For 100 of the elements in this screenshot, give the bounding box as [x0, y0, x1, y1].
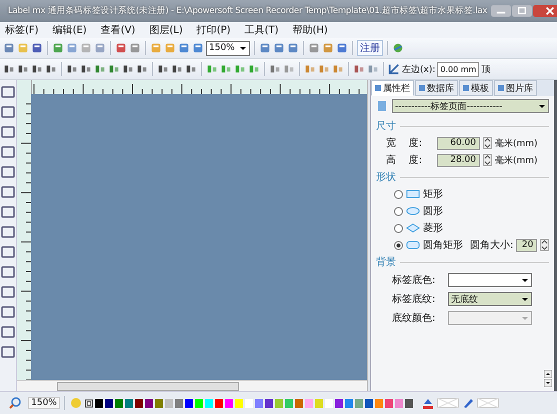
color-swatch[interactable]: [185, 398, 193, 408]
spinner-icon[interactable]: [482, 137, 492, 149]
ruler-corner: [17, 80, 32, 94]
color-swatch[interactable]: [265, 398, 273, 408]
left-label: 左边(x):: [402, 64, 436, 76]
shape-icon: [406, 189, 420, 199]
shape-icon: [406, 223, 420, 233]
color-swatch[interactable]: [215, 398, 223, 408]
menu-item[interactable]: 打印(P): [196, 23, 231, 37]
field-label: 高 度:: [386, 154, 424, 167]
shape-icon: [406, 206, 420, 216]
pen-icon[interactable]: [461, 396, 475, 410]
unit-label: 毫米(mm): [494, 137, 538, 150]
panel-tab[interactable]: 数据库: [414, 80, 458, 96]
field-label: 底纹颜色:: [392, 312, 436, 325]
maximize-icon[interactable]: [512, 4, 532, 18]
minimize-icon[interactable]: [491, 4, 512, 18]
field-label: 标签底纹:: [392, 292, 436, 306]
section-title: 尺寸: [376, 120, 396, 133]
search-icon[interactable]: [8, 396, 22, 410]
color-swatch[interactable]: [115, 398, 123, 408]
color-swatch[interactable]: [305, 398, 313, 408]
menu-item[interactable]: 标签(F): [5, 23, 39, 37]
color-swatch[interactable]: [285, 398, 293, 408]
color-swatch[interactable]: [225, 398, 233, 408]
color-swatch[interactable]: [235, 398, 243, 408]
dropdown-icon: [239, 44, 247, 52]
unit-label: 毫米(mm): [494, 154, 538, 166]
color-swatch[interactable]: [355, 398, 363, 408]
left-field[interactable]: 0.00 mm: [437, 62, 480, 76]
color-swatch[interactable]: [395, 398, 403, 408]
section-title: 背景: [376, 256, 396, 269]
color-swatch[interactable]: [255, 398, 263, 408]
menu-item[interactable]: 图层(L): [149, 23, 183, 37]
register-button[interactable]: 注册: [357, 40, 383, 56]
color-swatch[interactable]: [405, 398, 413, 408]
color-swatch[interactable]: [175, 398, 183, 408]
dropdown-icon: [520, 276, 529, 284]
menu-item[interactable]: 工具(T): [244, 23, 278, 37]
scroll-down-icon[interactable]: [544, 379, 552, 387]
color-swatch[interactable]: [165, 398, 173, 408]
radius-label: 圆角大小:: [470, 238, 514, 252]
color-swatch[interactable]: [335, 398, 343, 408]
close-icon[interactable]: [533, 4, 557, 18]
zoom-field[interactable]: 150%: [28, 397, 60, 409]
panel-tab[interactable]: 属性栏: [370, 80, 414, 96]
color-swatch[interactable]: [135, 398, 143, 408]
combo-box[interactable]: [448, 273, 532, 287]
dropdown-icon: [520, 314, 529, 322]
color-swatch[interactable]: [375, 398, 383, 408]
color-swatch[interactable]: [95, 398, 103, 408]
radio-button[interactable]: [394, 240, 403, 250]
shape-icon: [406, 240, 420, 250]
zoom-select[interactable]: 150%: [206, 40, 250, 56]
radio-label: 菱形: [422, 222, 443, 235]
color-swatch[interactable]: [385, 398, 393, 408]
color-swatch[interactable]: [145, 398, 153, 408]
color-swatch[interactable]: [155, 398, 163, 408]
menu-item[interactable]: 查看(V): [100, 23, 136, 37]
dropdown-icon: [520, 295, 529, 303]
object-select[interactable]: -----------标签页面-----------: [392, 99, 550, 113]
no-color-swatch[interactable]: [85, 398, 93, 408]
radio-button[interactable]: [394, 224, 403, 232]
color-swatch[interactable]: [205, 398, 213, 408]
radius-field[interactable]: 20: [516, 238, 538, 252]
field-label: 标签底色:: [392, 274, 436, 287]
color-swatch[interactable]: [125, 398, 133, 408]
window-title: Label mx 通用条码标签设计系统(未注册) - E:\Apowersoft Screen Recorder Temp\Template\01.超市标签\超市水果标签.lax: [8, 5, 488, 17]
color-swatch[interactable]: [275, 398, 283, 408]
radio-label: 圆形: [422, 205, 443, 218]
radio-button[interactable]: [394, 190, 403, 198]
color-swatch[interactable]: [195, 398, 203, 408]
empty-color-box: [477, 398, 499, 408]
menu-item[interactable]: 编辑(E): [52, 23, 87, 37]
globe-icon[interactable]: [392, 42, 404, 54]
color-swatch[interactable]: [345, 398, 353, 408]
combo-box[interactable]: 无底纹: [448, 292, 532, 306]
section-title: 形状: [376, 170, 396, 184]
dropdown-icon: [538, 102, 546, 110]
scroll-up-icon[interactable]: [544, 370, 552, 378]
number-field[interactable]: 28.00: [436, 154, 480, 166]
horizontal-scrollbar[interactable]: [17, 380, 367, 391]
color-swatch[interactable]: [295, 398, 303, 408]
radio-label: 圆角矩形: [422, 239, 463, 252]
position-icon: [388, 63, 400, 75]
panel-tab[interactable]: 模板: [458, 80, 493, 96]
empty-color-box: [437, 398, 459, 408]
field-label: 宽 度:: [386, 136, 424, 150]
radio-label: 矩形: [422, 188, 443, 201]
top-label: 顶: [481, 64, 490, 76]
radio-button[interactable]: [394, 206, 403, 216]
color-swatch[interactable]: [365, 398, 373, 408]
panel-tab[interactable]: 图片库: [494, 80, 537, 96]
spinner-icon[interactable]: [540, 239, 550, 251]
color-swatch[interactable]: [315, 398, 323, 408]
page-icon: [376, 100, 388, 112]
number-field[interactable]: 60.00: [436, 136, 480, 150]
menu-item[interactable]: 帮助(H): [292, 23, 328, 37]
color-swatch[interactable]: [105, 398, 113, 408]
spinner-icon[interactable]: [482, 154, 492, 166]
